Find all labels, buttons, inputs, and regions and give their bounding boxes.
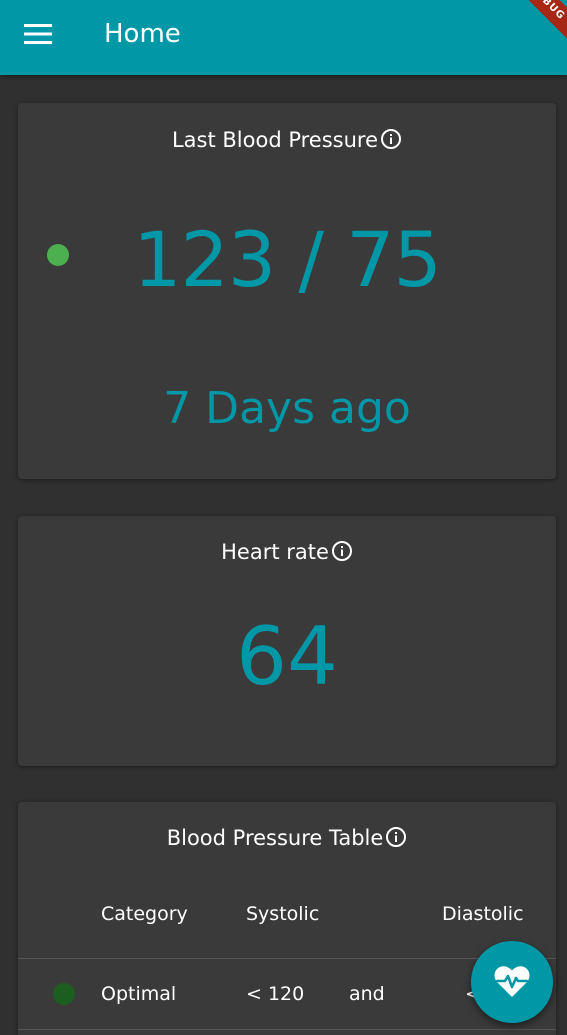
- info-icon[interactable]: [331, 540, 353, 562]
- card-title-row: Last Blood Pressure: [18, 128, 556, 152]
- column-header-diastolic: Diastolic: [442, 903, 524, 925]
- app-bar: Home DEBUG: [0, 0, 567, 75]
- category-color-dot: [53, 983, 75, 1005]
- row-conjunction: and: [349, 983, 385, 1005]
- heart-rate-card: Heart rate 64: [18, 516, 556, 766]
- page-title: Home: [104, 19, 181, 49]
- bp-table-title: Blood Pressure Table: [166, 826, 384, 850]
- column-header-systolic: Systolic: [246, 903, 320, 925]
- menu-button[interactable]: [14, 14, 62, 54]
- card-title-row: Heart rate: [18, 540, 556, 564]
- table-header-divider: [18, 958, 556, 959]
- heart-rate-title: Heart rate: [221, 540, 329, 564]
- last-blood-pressure-card: Last Blood Pressure 123 / 75 7 Days ago: [18, 103, 556, 479]
- row-systolic: < 120: [246, 983, 305, 1005]
- last-blood-pressure-title: Last Blood Pressure: [171, 128, 379, 152]
- column-header-category: Category: [101, 903, 188, 925]
- table-row-divider: [18, 1029, 556, 1030]
- menu-icon: [24, 24, 52, 44]
- heart-pulse-icon: [494, 966, 530, 997]
- blood-pressure-value: 123 / 75: [133, 215, 442, 304]
- row-category: Optimal: [101, 983, 177, 1005]
- heart-rate-value: 64: [236, 610, 338, 703]
- blood-pressure-time-ago: 7 Days ago: [163, 383, 411, 434]
- info-icon[interactable]: [380, 128, 402, 150]
- info-icon[interactable]: [385, 826, 407, 848]
- debug-banner: DEBUG: [503, 0, 567, 47]
- add-measurement-button[interactable]: [471, 941, 553, 1023]
- card-title-row: Blood Pressure Table: [18, 826, 556, 850]
